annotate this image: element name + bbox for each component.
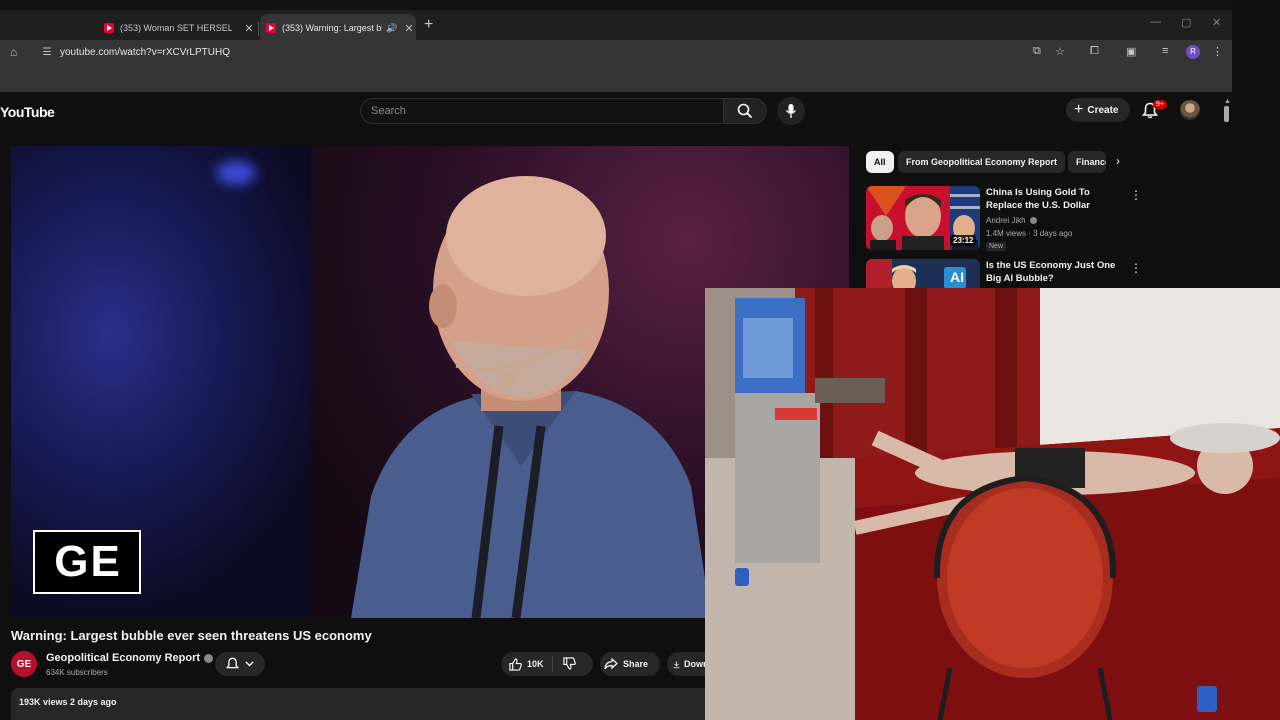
scroll-up-icon[interactable]: ▲ — [1224, 98, 1231, 105]
youtube-masthead: YouTube + Create 9+ — [0, 92, 1232, 132]
verified-check-icon — [1029, 217, 1037, 225]
url-text[interactable]: youtube.com/watch?v=rXCVrLPTUHQ — [60, 47, 230, 58]
browser-tab[interactable]: (353) Woman SET HERSELF ON ✕ — [100, 14, 256, 42]
window-close-icon[interactable]: ✕ — [1212, 16, 1221, 29]
webcam-overlay — [705, 288, 1280, 720]
tab-title: (353) Warning: Largest bubb — [282, 23, 382, 33]
recommended-video[interactable]: AI Is the US Economy Just One Big AI Bub… — [866, 259, 1146, 288]
like-dislike-group: 10K — [501, 652, 593, 676]
search-box[interactable] — [360, 98, 724, 124]
bell-icon — [226, 657, 239, 669]
extensions-icon[interactable]: ⧠ — [1090, 45, 1099, 58]
window-edge — [1232, 0, 1280, 288]
audio-playing-icon[interactable]: 🔊 — [386, 23, 397, 34]
subscribed-notifications-button[interactable] — [215, 652, 265, 676]
install-app-icon[interactable]: ⧉ — [1033, 45, 1041, 58]
recommended-video-channel[interactable]: Andrei Jikh — [986, 216, 1037, 225]
recommended-video-title[interactable]: China Is Using Gold To Replace the U.S. … — [986, 186, 1126, 212]
search-icon — [737, 103, 753, 119]
download-icon — [673, 660, 680, 668]
browser-toolbar: ⌂ ☰ youtube.com/watch?v=rXCVrLPTUHQ ⧉ ☆ … — [0, 40, 1232, 64]
youtube-favicon-icon — [266, 23, 276, 33]
channel-name[interactable]: Andrei Jikh — [986, 216, 1026, 225]
views-and-date: 193K views 2 days ago — [19, 697, 117, 707]
new-tab-icon[interactable]: + — [424, 16, 433, 34]
search-input[interactable] — [361, 99, 723, 123]
create-button[interactable]: + Create — [1066, 98, 1131, 122]
browser-menu-icon[interactable]: ⋮ — [1212, 45, 1223, 58]
thumbs-up-icon — [509, 657, 522, 671]
browser-chrome-spacer — [0, 64, 1232, 92]
search-button[interactable] — [723, 98, 767, 124]
maximize-icon[interactable]: ▢ — [1181, 16, 1191, 29]
chip-all[interactable]: All — [866, 151, 894, 173]
microphone-icon — [785, 104, 797, 118]
watermark-letter: E — [90, 537, 120, 586]
browser-profile-avatar[interactable]: R — [1186, 45, 1200, 59]
share-button[interactable]: Share — [600, 652, 660, 676]
channel-name-link[interactable]: Geopolitical Economy Report — [46, 652, 214, 664]
minimize-icon[interactable]: — — [1150, 16, 1161, 28]
browser-tab-active[interactable]: (353) Warning: Largest bubb 🔊 ✕ — [260, 14, 416, 42]
media-control-icon[interactable]: ≡ — [1162, 45, 1168, 57]
channel-watermark-logo: G E — [33, 530, 141, 594]
recommended-video[interactable]: 23:12 China Is Using Gold To Replace the… — [866, 186, 1146, 256]
like-button[interactable]: 10K — [501, 656, 553, 672]
more-actions-icon[interactable]: ⋮ — [1130, 261, 1142, 275]
like-count: 10K — [527, 659, 544, 669]
scrollbar-thumb[interactable] — [1224, 106, 1229, 122]
dislike-button[interactable] — [553, 656, 586, 672]
browser-tab-strip: (353) Woman SET HERSELF ON ✕ (353) Warni… — [0, 0, 1232, 44]
close-tab-icon[interactable]: ✕ — [242, 22, 256, 35]
address-bar[interactable]: ☰ youtube.com/watch?v=rXCVrLPTUHQ — [32, 42, 1032, 62]
voice-search-button[interactable] — [777, 97, 805, 125]
webcam-scene — [705, 288, 1280, 720]
video-thumbnail[interactable]: 23:12 — [866, 186, 980, 250]
speaker-figure — [351, 176, 711, 618]
video-duration: 23:12 — [950, 235, 977, 246]
thumbs-down-icon — [562, 656, 576, 670]
site-settings-icon[interactable]: ☰ — [38, 47, 56, 58]
thumbnail-overlay-text: AI — [950, 269, 964, 285]
home-icon[interactable]: ⌂ — [10, 45, 17, 59]
channel-avatar[interactable]: GE — [11, 651, 37, 677]
create-label: Create — [1087, 104, 1119, 116]
close-tab-icon[interactable]: ✕ — [402, 22, 416, 35]
subscriber-count: 634K subscribers — [46, 668, 108, 677]
recommended-video-meta: 1.4M views · 3 days ago — [986, 229, 1073, 238]
watermark-letter: G — [54, 537, 89, 586]
account-avatar[interactable] — [1180, 100, 1200, 120]
page-scrollbar[interactable]: ▲ — [1224, 98, 1231, 288]
youtube-logo[interactable]: YouTube — [0, 104, 55, 120]
side-panel-icon[interactable]: ▣ — [1126, 45, 1136, 58]
youtube-favicon-icon — [104, 23, 114, 33]
chip-from-channel[interactable]: From Geopolitical Economy Report — [898, 151, 1066, 173]
video-title: Warning: Largest bubble ever seen threat… — [11, 628, 372, 643]
tab-title: (353) Woman SET HERSELF ON — [120, 23, 232, 33]
chevron-right-icon[interactable]: › — [1116, 154, 1120, 168]
bookmark-star-icon[interactable]: ☆ — [1055, 45, 1065, 58]
notification-count-badge: 9+ — [1153, 100, 1167, 109]
more-actions-icon[interactable]: ⋮ — [1130, 188, 1142, 202]
channel-name[interactable]: Geopolitical Economy Report — [46, 652, 200, 664]
share-arrow-icon — [604, 658, 618, 670]
recommended-video-title[interactable]: Is the US Economy Just One Big AI Bubble… — [986, 259, 1126, 285]
chip-finance[interactable]: Finance — [1068, 151, 1106, 173]
chevron-down-icon — [245, 661, 254, 667]
new-badge: New — [986, 242, 1007, 251]
video-thumbnail[interactable]: AI — [866, 259, 980, 288]
verified-check-icon — [204, 653, 214, 663]
share-label: Share — [623, 659, 649, 669]
stage-light — [216, 161, 256, 185]
plus-icon: + — [1074, 101, 1084, 118]
